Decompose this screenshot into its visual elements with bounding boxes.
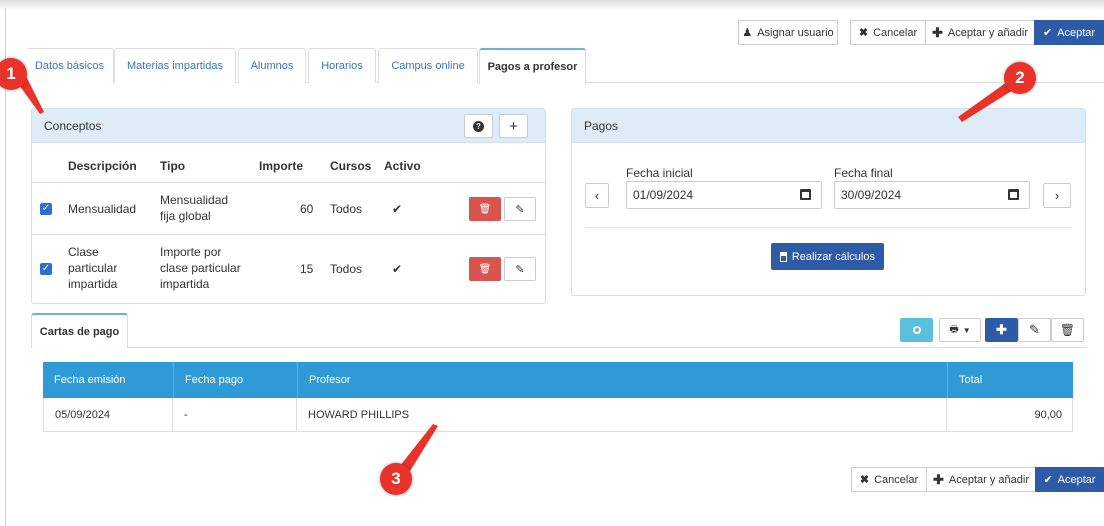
annotation-arrows (14, 72, 1026, 484)
marker-3: 3 (380, 463, 412, 495)
marker-2: 2 (1004, 62, 1036, 94)
